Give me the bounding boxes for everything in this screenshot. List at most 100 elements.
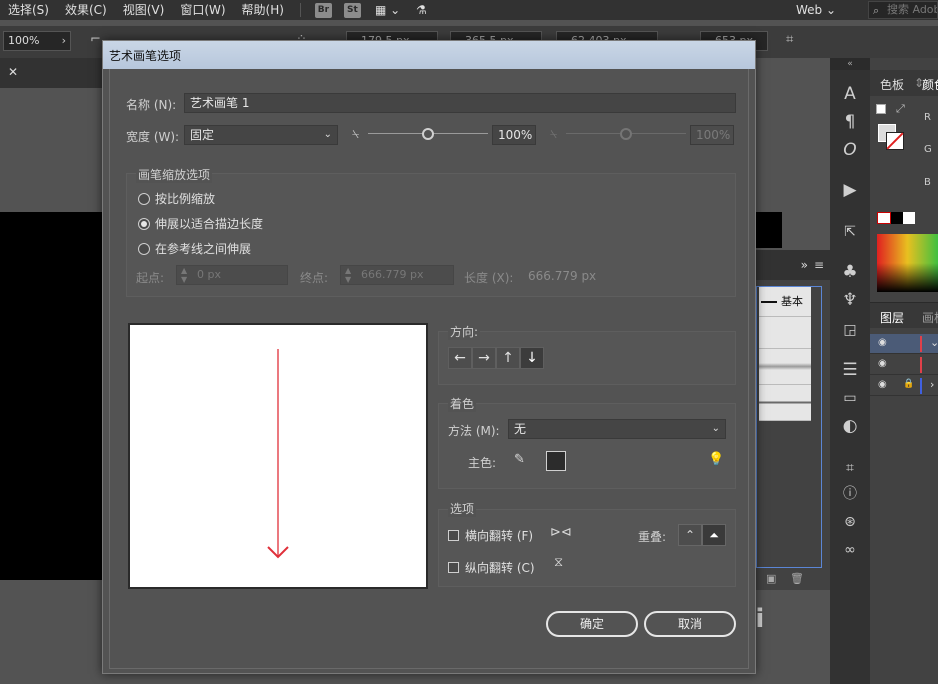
width-select[interactable]: 固定 ⌄: [184, 125, 338, 145]
swap-colors-icon[interactable]: ⤢: [896, 102, 905, 116]
dialog-titlebar[interactable]: 艺术画笔选项: [103, 41, 755, 69]
collapse-icon[interactable]: »: [801, 258, 808, 272]
tab-swatches[interactable]: 色板: [880, 76, 904, 93]
menu-select[interactable]: 选择(S): [0, 0, 57, 20]
transform-icon[interactable]: ◲: [830, 318, 870, 342]
trash-icon[interactable]: 🗑: [790, 572, 804, 585]
brush-item[interactable]: [759, 317, 811, 349]
eyedropper-icon[interactable]: ✎: [514, 452, 525, 467]
tab-color[interactable]: 颜色: [922, 76, 938, 93]
key-color-label: 主色:: [468, 456, 497, 470]
menu-view[interactable]: 视图(V): [115, 0, 173, 20]
opentype-icon[interactable]: O: [830, 138, 870, 162]
variable-width-input: 100%: [690, 125, 734, 145]
flip-along-checkbox[interactable]: 横向翻转 (F): [448, 527, 533, 544]
gpu-performance-icon[interactable]: ⚗: [408, 0, 435, 20]
direction-left-button[interactable]: ←: [448, 347, 472, 369]
brush-library-icon[interactable]: ▣: [766, 572, 776, 585]
brush-item[interactable]: [759, 385, 811, 421]
direction-down-button[interactable]: ↓: [520, 347, 544, 369]
close-icon[interactable]: ✕: [8, 65, 18, 79]
name-input[interactable]: 艺术画笔 1: [184, 93, 736, 113]
menu-window[interactable]: 窗口(W): [172, 0, 233, 20]
color-spectrum[interactable]: [877, 234, 938, 292]
width-slider[interactable]: [368, 127, 488, 141]
cc-libraries-icon[interactable]: ⊛: [830, 510, 870, 534]
white-swatch[interactable]: [903, 212, 915, 224]
transform-icon[interactable]: ⌗: [786, 32, 793, 47]
variable-width-value: 100%: [696, 128, 731, 142]
radio-stretch-to-fit[interactable]: 伸展以适合描边长度: [138, 215, 263, 232]
none-swatch[interactable]: [877, 212, 891, 224]
default-colors-icon[interactable]: [876, 104, 886, 114]
brush-item[interactable]: [759, 349, 811, 385]
radio-indicator: [138, 192, 150, 205]
direction-up-button[interactable]: ↑: [496, 347, 520, 369]
black-swatch[interactable]: [891, 212, 903, 224]
direction-right-button[interactable]: →: [472, 347, 496, 369]
dialog-body: 名称 (N): 艺术画笔 1 宽度 (W): 固定 ⌄ ⍀ 100% ⍀ 100%…: [109, 69, 749, 669]
appearance-icon[interactable]: ◐: [830, 414, 870, 438]
radio-scale-proportionally[interactable]: 按比例缩放: [138, 190, 215, 207]
dialog-title: 艺术画笔选项: [109, 49, 182, 63]
menu-help[interactable]: 帮助(H): [234, 0, 292, 20]
bridge-button[interactable]: Br: [314, 2, 332, 18]
chevron-down-icon[interactable]: ⌄: [930, 336, 938, 349]
gradient-icon[interactable]: ▭: [830, 386, 870, 410]
tab-layers[interactable]: 图层: [880, 309, 904, 326]
layer-row[interactable]: ◉: [870, 355, 938, 375]
key-color-swatch[interactable]: [546, 451, 566, 471]
cancel-button[interactable]: 取消: [644, 611, 736, 637]
links-icon[interactable]: ∞: [830, 538, 870, 562]
flip-across-checkbox[interactable]: 纵向翻转 (C): [448, 559, 535, 576]
stroke-swatch[interactable]: [886, 132, 904, 150]
search-input[interactable]: ⌕ 搜索 Adobe: [868, 1, 938, 19]
play-icon[interactable]: ▶: [830, 178, 870, 202]
slider-knob[interactable]: [422, 128, 434, 140]
workspace-switcher[interactable]: Web ⌄: [796, 0, 836, 20]
collapse-icon[interactable]: «: [830, 58, 870, 70]
flip-across-label: 纵向翻转 (C): [465, 561, 535, 575]
r-label: R: [924, 112, 931, 123]
width-percent-input[interactable]: 100%: [492, 125, 536, 145]
colorization-title: 着色: [448, 395, 477, 412]
eye-icon[interactable]: ◉: [878, 358, 887, 369]
tab-artboards[interactable]: 画板: [922, 309, 938, 326]
layer-row[interactable]: ◉ 🔒 ›: [870, 376, 938, 396]
radio-stretch-between-guides[interactable]: 在参考线之间伸展: [138, 240, 251, 257]
end-value: 666.779 px: [361, 268, 424, 281]
eye-icon[interactable]: ◉: [878, 379, 887, 390]
layer-color-marker: [920, 336, 922, 352]
overlap-corner-button[interactable]: ⌃: [678, 524, 702, 546]
stock-button[interactable]: St: [343, 2, 361, 18]
layer-row[interactable]: ◉ ⌄: [870, 334, 938, 354]
none-black-white-swatches[interactable]: [877, 212, 915, 224]
brushes-panel: » ≡ 基本 ▣ 🗑: [756, 250, 830, 590]
ok-button[interactable]: 确定: [546, 611, 638, 637]
align-icon[interactable]: ☰: [830, 358, 870, 382]
artboard-icon[interactable]: ⌐: [90, 32, 101, 47]
type-tool-icon[interactable]: A: [830, 82, 870, 106]
symbols-icon[interactable]: ♣: [830, 260, 870, 284]
brushes-icon[interactable]: ♆: [830, 288, 870, 312]
tips-lightbulb-icon[interactable]: 💡: [708, 452, 724, 467]
arrange-documents-icon[interactable]: ▦ ⌄: [367, 0, 408, 20]
thin-brush-icon: ⍀: [550, 127, 558, 141]
tools-panel: « A ¶ O ▶ ⇱ ♣ ♆ ◲ ☰ ▭ ◐ ⌗ ⓘ ⊛ ∞: [830, 58, 870, 684]
paragraph-icon[interactable]: ¶: [830, 110, 870, 134]
panel-menu-icon[interactable]: ≡: [814, 258, 824, 272]
length-value: 666.779 px: [528, 269, 597, 283]
brush-item-basic[interactable]: 基本: [759, 287, 811, 317]
start-label: 起点:: [136, 271, 165, 285]
info-icon[interactable]: ⓘ: [830, 482, 870, 506]
export-icon[interactable]: ⇱: [830, 220, 870, 244]
overlap-fold-button[interactable]: ⏶: [702, 524, 726, 546]
chevron-right-icon[interactable]: ›: [62, 32, 66, 50]
lock-icon[interactable]: 🔒: [903, 379, 914, 389]
zoom-field[interactable]: 100% ›: [3, 31, 71, 51]
method-select[interactable]: 无 ⌄: [508, 419, 726, 439]
crop-icon[interactable]: ⌗: [830, 456, 870, 480]
chevron-right-icon[interactable]: ›: [930, 378, 934, 391]
menu-effect[interactable]: 效果(C): [57, 0, 115, 20]
eye-icon[interactable]: ◉: [878, 337, 887, 348]
